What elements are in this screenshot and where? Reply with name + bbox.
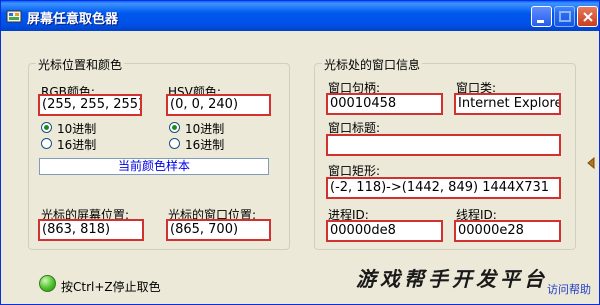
- screen-pos-field[interactable]: (863, 818): [38, 219, 144, 241]
- platform-banner: 游戏帮手开发平台: [356, 267, 548, 291]
- rect-field[interactable]: (-2, 118)->(1442, 849) 1444X731: [326, 177, 561, 199]
- status-ball-icon: [39, 275, 56, 292]
- minimize-button[interactable]: [531, 6, 552, 27]
- rgb-radio-hex-label: 16进制: [57, 138, 97, 152]
- stop-hint: 按Ctrl+Z停止取色: [61, 280, 161, 294]
- pid-field[interactable]: 00000de8: [326, 220, 443, 242]
- rgb-radio-dec[interactable]: [41, 122, 52, 133]
- caption-field[interactable]: [326, 134, 561, 156]
- hsv-radio-hex-label: 16进制: [185, 138, 225, 152]
- expand-arrow-icon[interactable]: [586, 157, 596, 169]
- close-icon: [583, 12, 593, 22]
- title-bar[interactable]: 屏幕任意取色器: [1, 1, 599, 31]
- minimize-icon: [537, 20, 544, 23]
- rgb-radio-dec-label: 10进制: [57, 122, 97, 136]
- window-pos-field[interactable]: (865, 700): [166, 219, 271, 241]
- maximize-button[interactable]: [554, 6, 575, 27]
- hsv-radio-hex[interactable]: [169, 138, 180, 149]
- app-icon: [6, 10, 22, 23]
- rgb-radio-hex[interactable]: [41, 138, 52, 149]
- group-title-left: 光标位置和颜色: [36, 56, 125, 73]
- app-window: 屏幕任意取色器 光标位置和颜色 RGB颜色: (255, 255, 255) H…: [0, 0, 600, 305]
- close-button[interactable]: [577, 6, 598, 27]
- color-sample: 当前颜色样本: [39, 158, 269, 175]
- maximize-icon: [559, 11, 571, 22]
- group-title-right: 光标处的窗口信息: [322, 56, 423, 73]
- hsv-radio-dec[interactable]: [169, 122, 180, 133]
- handle-field[interactable]: 00010458: [326, 93, 443, 115]
- hsv-radio-dec-label: 10进制: [185, 122, 225, 136]
- window-title: 屏幕任意取色器: [27, 12, 119, 27]
- tid-field[interactable]: 00000e28: [454, 220, 561, 242]
- hsv-value-field[interactable]: (0, 0, 240): [166, 94, 271, 116]
- help-link[interactable]: 访问帮助: [547, 281, 591, 297]
- rgb-value-field[interactable]: (255, 255, 255): [38, 94, 142, 116]
- class-field[interactable]: Internet Explore: [454, 93, 561, 115]
